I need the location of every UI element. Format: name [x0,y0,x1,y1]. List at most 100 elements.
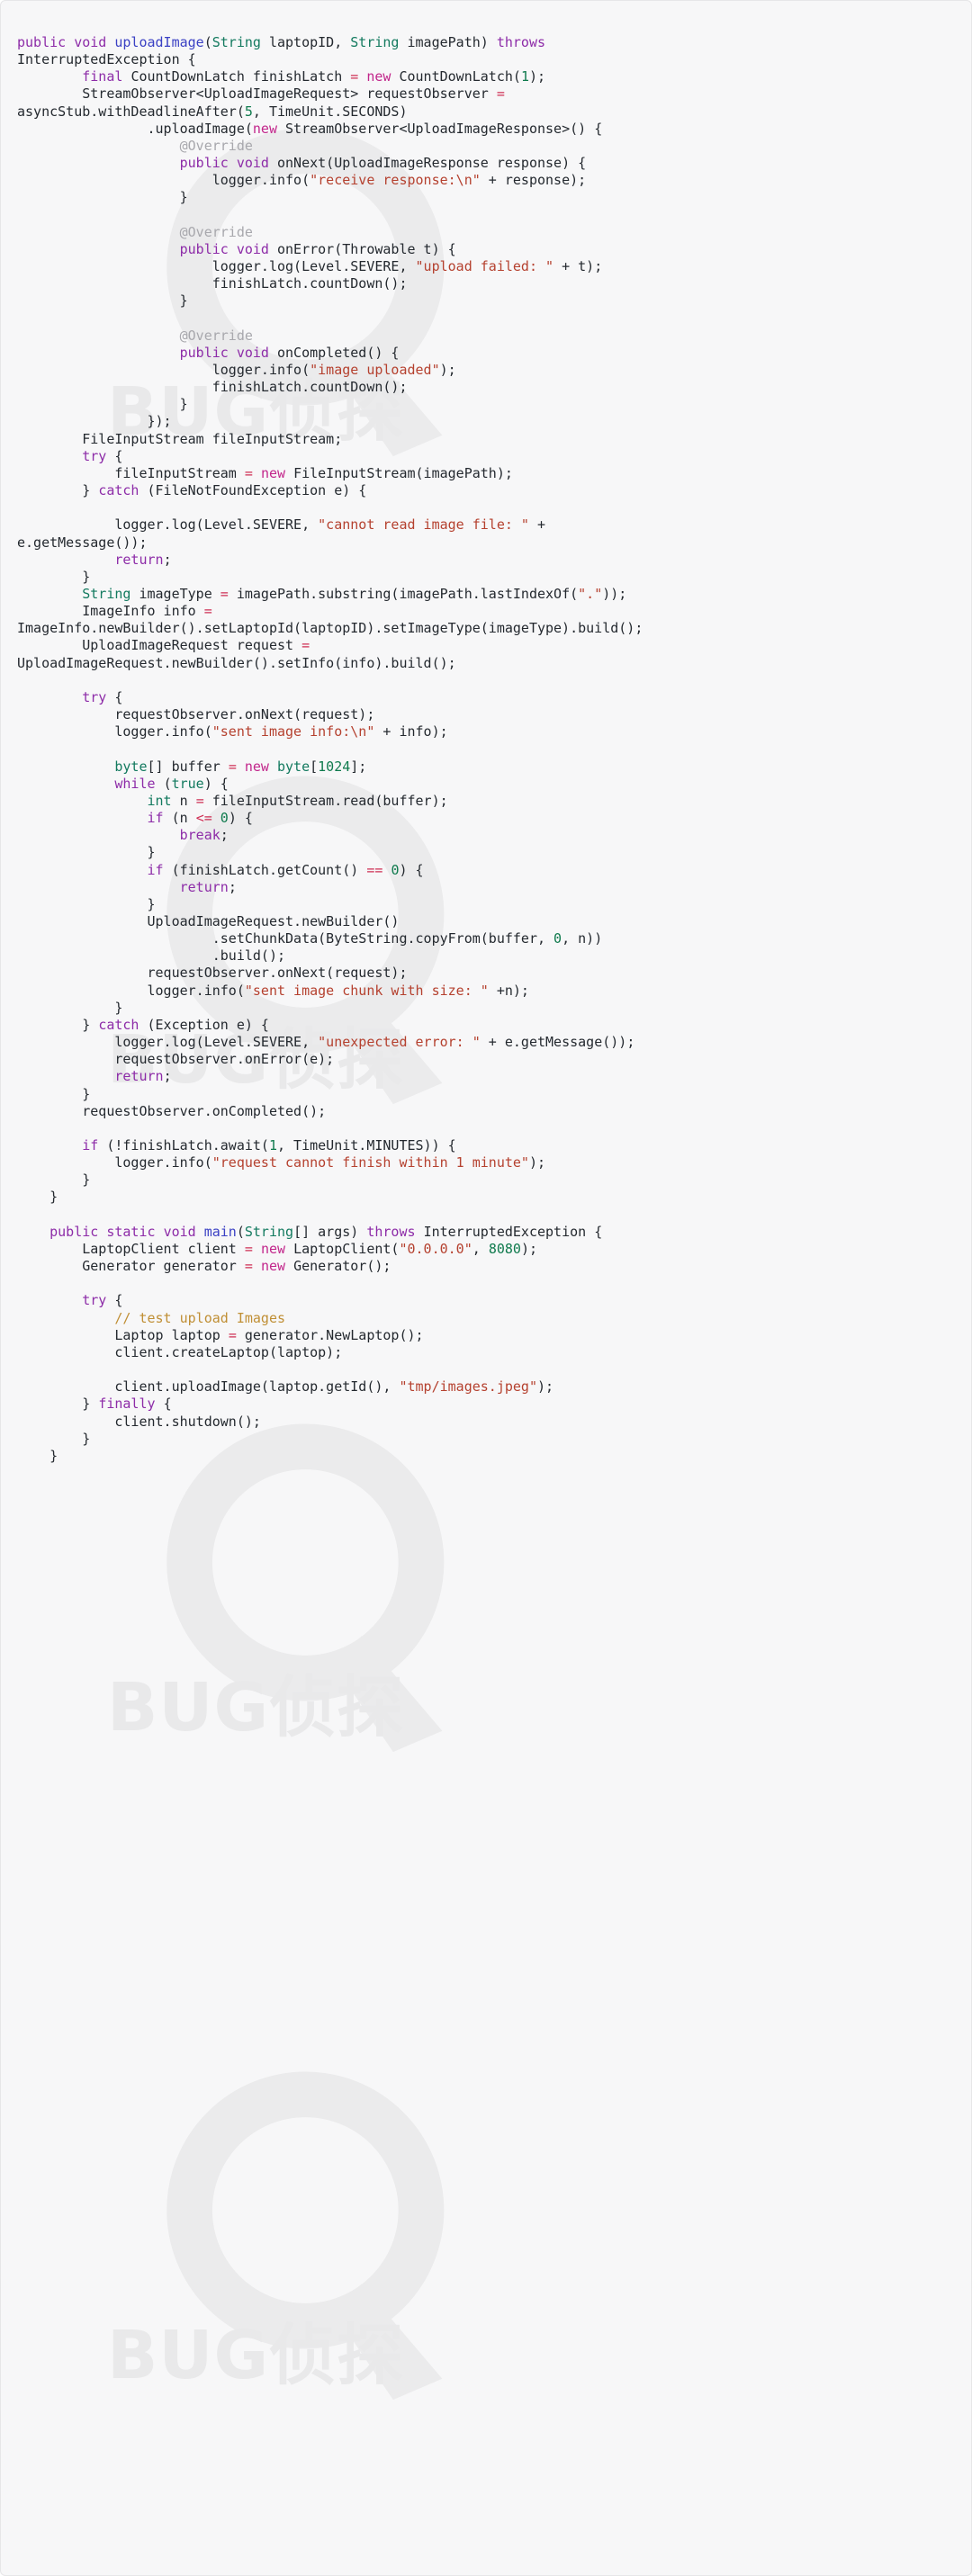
code-token-plain: requestObserver.onNext(request); [17,965,408,982]
code-line: logger.info("sent image chunk with size:… [17,983,955,1000]
code-token-op: = [244,1258,261,1275]
code-token-op: = [228,1326,245,1343]
code-token-plain: + [528,516,546,534]
code-token-fn: uploadImage [114,34,204,50]
code-token-kw: try [82,447,107,464]
code-line: } [17,189,955,206]
code-token-plain: finishLatch.countDown(); [17,379,408,396]
code-token-plain: [ [310,758,319,775]
code-line: client.shutdown(); [17,1414,955,1431]
code-token-plain: { [106,447,123,464]
code-token-plain: n [179,792,196,809]
code-token-plain: } [17,189,188,206]
code-token-plain: ); [439,361,456,378]
code-token-kw: void [236,344,277,361]
code-token-str: "0.0.0.0" [399,1240,472,1257]
code-token-kw: void [236,240,277,257]
code-token-plain: CountDownLatch( [399,68,521,85]
code-token-plain: ImageInfo info [17,603,204,620]
code-token-plain: + t); [554,258,603,275]
code-token-op: = [350,68,367,85]
code-line: e.getMessage()); [17,534,955,552]
code-line: @Override [17,138,955,155]
code-token-plain: client.shutdown(); [17,1413,261,1430]
code-token-str: "tmp/images.jpeg" [399,1378,537,1396]
code-token-plain: e.getMessage()); [17,534,148,551]
code-token-str: "sent image chunk with size: " [244,982,489,999]
code-token-plain: InterruptedException { [423,1223,603,1240]
code-line: } [17,569,955,586]
code-line: @Override [17,328,955,345]
code-token-plain: requestObserver.onError(e); [17,1051,335,1068]
code-token-plain: } [17,895,156,912]
code-token-cmt: // test upload Images [114,1309,286,1326]
code-line: } [17,1000,955,1017]
code-token-plain: logger.log(Level.SEVERE, [17,1034,319,1051]
code-token-plain: ); [536,1378,554,1396]
code-line: UploadImageRequest.newBuilder().setInfo(… [17,655,955,672]
code-token-ann: @Override [179,137,253,154]
code-token-plain: Generator(); [293,1258,392,1275]
code-line: } [17,844,955,861]
code-line: .uploadImage(new StreamObserver<UploadIm… [17,121,955,138]
code-token-plain: onCompleted() { [277,344,400,361]
code-token-op: = [244,1240,261,1257]
code-token-str: "." [578,586,603,602]
code-token-str: "cannot read image file: " [318,516,529,534]
code-line: try { [17,689,955,706]
code-token-plain: (finishLatch.getCount() [171,861,367,878]
code-token-plain: { [106,688,123,705]
code-line: requestObserver.onCompleted(); [17,1103,955,1120]
code-token-kw: public [50,1223,107,1240]
code-token-plain: finishLatch.countDown(); [17,275,408,292]
code-token-plain: fileInputStream.read(buffer); [212,792,448,809]
code-token-ann: @Override [179,327,253,344]
code-token-kw: static [106,1223,164,1240]
code-line: } [17,1171,955,1189]
code-token-plain: , [472,1240,489,1257]
code-token-kw: final [82,68,131,85]
code-token-plain: logger.info( [17,172,310,189]
code-token-plain: , n)) [562,930,603,947]
code-token-plain: Laptop laptop [17,1326,229,1343]
code-token-plain: ; [163,551,172,568]
code-line: // test upload Images [17,1310,955,1327]
code-token-plain: ( [203,34,212,50]
code-token-plain: ]; [350,758,367,775]
code-line: requestObserver.onNext(request); [17,706,955,723]
code-line: requestObserver.onError(e); [17,1051,955,1068]
code-line: byte[] buffer = new byte[1024]; [17,758,955,776]
code-token-kw: catch [98,482,148,499]
code-line: Generator generator = new Generator(); [17,1258,955,1275]
code-token-plain: (Exception e) { [147,1016,269,1033]
code-token-kw: throws [496,34,546,50]
code-token-kw: throws [366,1223,424,1240]
code-token-plain: logger.log(Level.SEVERE, [17,516,319,534]
code-line: try { [17,448,955,465]
code-token-kw: finally [98,1396,164,1413]
code-line: ImageInfo.newBuilder().setLaptopId(lapto… [17,620,955,637]
code-line: logger.log(Level.SEVERE, "unexpected err… [17,1034,955,1051]
code-token-plain: + info); [374,723,448,740]
code-token-plain: asyncStub.withDeadlineAfter( [17,103,245,120]
code-line: if (finishLatch.getCount() == 0) { [17,862,955,879]
code-line: } catch (FileNotFoundException e) { [17,482,955,499]
code-line: String imageType = imagePath.substring(i… [17,586,955,603]
code-token-kw: void [163,1223,204,1240]
code-token-plain: fileInputStream [17,464,245,481]
code-token-plain: ); [528,1154,546,1171]
code-line: while (true) { [17,776,955,793]
code-token-op: = [195,792,212,809]
code-token-num: 8080 [488,1240,521,1257]
code-token-kw: public [17,34,75,50]
code-token-str: "upload failed: " [415,258,554,275]
